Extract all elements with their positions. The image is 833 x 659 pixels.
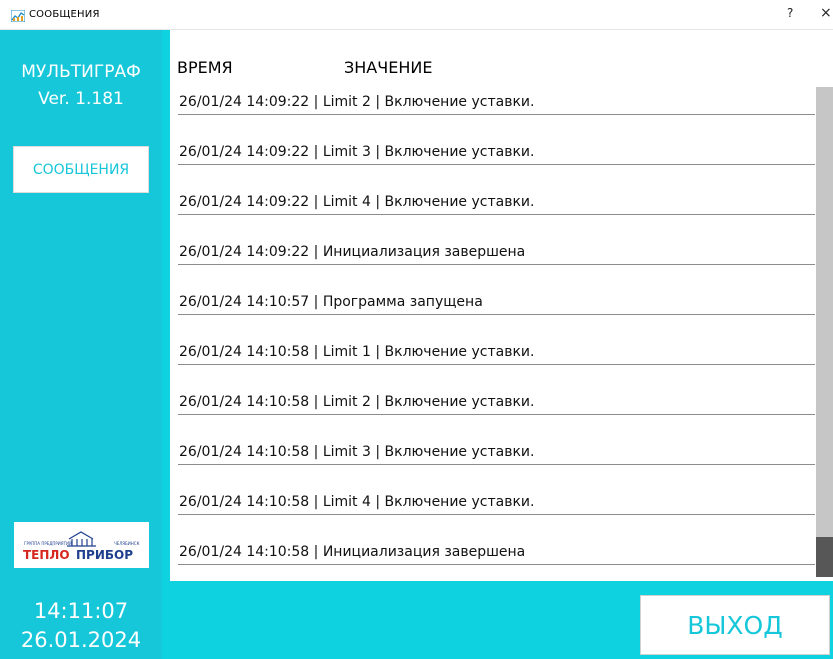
exit-button-label: ВЫХОД bbox=[687, 610, 783, 640]
scrollbar-thumb[interactable] bbox=[816, 537, 833, 577]
sidebar bbox=[0, 30, 162, 581]
list-item[interactable]: 26/01/24 14:10:58 | Limit 2 | Включение … bbox=[178, 365, 815, 415]
app-version: Ver. 1.181 bbox=[38, 89, 124, 109]
logo-brand-a: ТЕПЛО bbox=[23, 548, 70, 562]
list-item-text: 26/01/24 14:10:58 | Инициализация заверш… bbox=[179, 544, 526, 560]
list-item[interactable]: 26/01/24 14:10:57 | Программа запущена bbox=[178, 265, 815, 315]
list-item-text: 26/01/24 14:10:58 | Limit 3 | Включение … bbox=[179, 444, 535, 460]
list-item[interactable]: 26/01/24 14:09:22 | Limit 2 | Включение … bbox=[178, 87, 815, 115]
list-item-text: 26/01/24 14:09:22 | Limit 2 | Включение … bbox=[179, 94, 535, 110]
list-item[interactable]: 26/01/24 14:10:58 | Limit 4 | Включение … bbox=[178, 465, 815, 515]
list-item-text: 26/01/24 14:10:58 | Limit 4 | Включение … bbox=[179, 494, 535, 510]
clock-date: 26.01.2024 bbox=[20, 628, 142, 652]
column-header-time: ВРЕМЯ bbox=[177, 58, 233, 77]
help-button[interactable]: ? bbox=[787, 6, 793, 20]
column-header-value: ЗНАЧЕНИЕ bbox=[344, 58, 433, 77]
chart-icon bbox=[11, 10, 25, 22]
list-item[interactable]: 26/01/24 14:09:22 | Limit 4 | Включение … bbox=[178, 165, 815, 215]
logo-group-text: ГРУППА ПРЕДПРИЯТИЙ bbox=[24, 541, 72, 546]
exit-button[interactable]: ВЫХОД bbox=[640, 595, 830, 655]
teplopribor-logo: ГРУППА ПРЕДПРИЯТИЙ ЧЕЛЯБИНСК ТЕПЛО ПРИБО… bbox=[23, 531, 140, 562]
vertical-scrollbar[interactable] bbox=[816, 87, 833, 577]
sidebar-divider bbox=[162, 30, 170, 581]
list-item-text: 26/01/24 14:09:22 | Limit 4 | Включение … bbox=[179, 194, 535, 210]
list-item-text: 26/01/24 14:09:22 | Limit 3 | Включение … bbox=[179, 144, 535, 160]
messages-button[interactable]: СООБЩЕНИЯ bbox=[13, 146, 149, 193]
clock-time: 14:11:07 bbox=[33, 599, 129, 623]
list-item-text: 26/01/24 14:10:58 | Limit 2 | Включение … bbox=[179, 394, 535, 410]
list-item-text: 26/01/24 14:10:57 | Программа запущена bbox=[179, 294, 483, 310]
app-name: МУЛЬТИГРАФ bbox=[21, 62, 141, 82]
list-item-text: 26/01/24 14:09:22 | Инициализация заверш… bbox=[179, 244, 526, 260]
close-button[interactable]: × bbox=[820, 5, 832, 21]
logo-city-text: ЧЕЛЯБИНСК bbox=[114, 541, 140, 546]
list-item[interactable]: 26/01/24 14:10:58 | Limit 1 | Включение … bbox=[178, 315, 815, 365]
window-title: СООБЩЕНИЯ bbox=[29, 9, 100, 20]
messages-panel: ВРЕМЯ ЗНАЧЕНИЕ 26/01/24 14:09:22 | Limit… bbox=[170, 30, 833, 581]
list-item[interactable]: 26/01/24 14:09:22 | Инициализация заверш… bbox=[178, 215, 815, 265]
list-item[interactable]: 26/01/24 14:10:58 | Инициализация заверш… bbox=[178, 515, 815, 565]
messages-button-label: СООБЩЕНИЯ bbox=[32, 161, 130, 178]
list-item[interactable]: 26/01/24 14:10:58 | Limit 3 | Включение … bbox=[178, 415, 815, 465]
logo-brand-b: ПРИБОР bbox=[76, 548, 133, 562]
title-bar: СООБЩЕНИЯ ? × bbox=[0, 0, 833, 30]
list-item-text: 26/01/24 14:10:58 | Limit 1 | Включение … bbox=[179, 344, 535, 360]
company-logo: ГРУППА ПРЕДПРИЯТИЙ ЧЕЛЯБИНСК ТЕПЛО ПРИБО… bbox=[14, 522, 149, 568]
list-item[interactable]: 26/01/24 14:09:22 | Limit 3 | Включение … bbox=[178, 115, 815, 165]
messages-list[interactable]: 26/01/24 14:09:22 | Limit 2 | Включение … bbox=[178, 87, 815, 565]
